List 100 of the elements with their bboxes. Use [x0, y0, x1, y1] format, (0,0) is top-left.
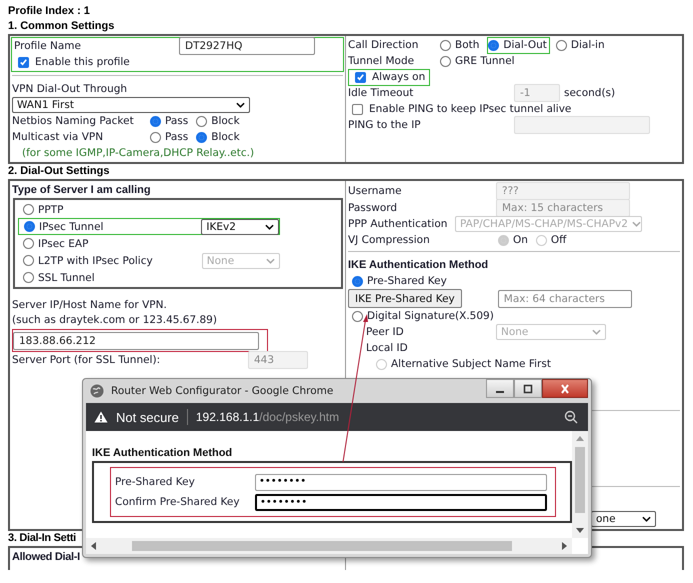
- radio-button[interactable]: [440, 56, 451, 66]
- key-field[interactable]: ••••••••: [255, 474, 547, 490]
- dial-out-select[interactable]: WAN1 First: [12, 97, 250, 113]
- key-field[interactable]: ••••••••: [255, 494, 547, 510]
- field-label: Call Direction: [348, 39, 420, 51]
- unit-label: second(s): [564, 87, 616, 99]
- profile-index: Profile Index : 1: [8, 4, 91, 19]
- profile-name-field[interactable]: DT2927HQ: [179, 37, 315, 55]
- radio-label: Digital Signature(X.509): [367, 310, 494, 322]
- field-label: Password: [348, 202, 398, 214]
- radio-label: IPsec EAP: [38, 238, 90, 250]
- radio-button[interactable]: [23, 238, 34, 249]
- close-icon: [559, 384, 571, 394]
- field-label: Server IP/Host Name for VPN.: [12, 299, 167, 311]
- radio-label: Block: [211, 115, 240, 127]
- group-heading: IKE Authentication Method: [92, 447, 234, 459]
- horizontal-scrollbar[interactable]: [86, 538, 572, 554]
- radio-label: Both: [455, 39, 480, 51]
- field-label: Username: [348, 185, 403, 197]
- chevron-down-icon: [236, 102, 245, 108]
- radio-button[interactable]: [196, 116, 208, 126]
- radio-label: Pass: [165, 131, 188, 143]
- checkbox[interactable]: [355, 72, 366, 82]
- field-label: Tunnel Mode: [348, 55, 416, 67]
- radio-button[interactable]: [23, 272, 34, 283]
- scroll-up-arrow-icon[interactable]: [576, 435, 584, 441]
- protocol-select[interactable]: IKEv2: [201, 218, 279, 234]
- scroll-left-arrow-icon[interactable]: [90, 542, 96, 550]
- chevron-down-icon: [642, 516, 651, 522]
- radio-label: Dial-Out: [503, 39, 547, 51]
- vertical-scrollbar[interactable]: [572, 431, 588, 538]
- radio-label: PPTP: [38, 204, 64, 216]
- field-label: Pre-Shared Key: [115, 476, 196, 488]
- url-text: 192.168.1.1/doc/pskey.htm: [196, 410, 340, 424]
- hint-text: (such as draytek.com or 123.45.67.89): [12, 314, 217, 326]
- radio-button[interactable]: [488, 40, 500, 50]
- field-label: Idle Timeout: [348, 87, 414, 99]
- security-label: Not secure: [116, 410, 179, 424]
- field-label: Multicast via VPN: [12, 131, 104, 143]
- password-field[interactable]: Max: 15 characters: [496, 199, 630, 217]
- server-host-field[interactable]: 183.88.66.212: [13, 332, 259, 350]
- field-label: VJ Compression: [348, 234, 431, 246]
- radio-button[interactable]: [556, 40, 567, 50]
- radio-button[interactable]: [24, 221, 35, 232]
- radio-label: SSL Tunnel: [38, 272, 96, 284]
- field-label: Server Port (for SSL Tunnel):: [12, 354, 162, 366]
- radio-label: L2TP with IPsec Policy: [38, 254, 154, 266]
- dropdown-select[interactable]: one: [591, 511, 656, 527]
- radio-button[interactable]: [150, 132, 161, 142]
- radio-label: Off: [550, 234, 566, 246]
- checkbox-label: Enable PING to keep IPsec tunnel alive: [369, 103, 572, 115]
- ping-ip-field[interactable]: [514, 116, 650, 134]
- field-label: Netbios Naming Packet: [12, 115, 135, 127]
- radio-button[interactable]: [150, 116, 161, 126]
- radio-label: Pass: [165, 115, 188, 127]
- scroll-right-arrow-icon[interactable]: [562, 542, 568, 550]
- hint-text: (for some IGMP,IP-Camera,DHCP Relay..etc.): [22, 147, 254, 159]
- radio-label: On: [513, 234, 528, 246]
- chevron-down-icon: [592, 329, 601, 335]
- section-title: 2. Dial-Out Settings: [8, 164, 110, 179]
- globe-icon: [90, 384, 104, 398]
- radio-button[interactable]: [23, 255, 34, 266]
- pre-shared-key-field[interactable]: Max: 64 characters: [498, 290, 632, 308]
- field-label: Confirm Pre-Shared Key: [115, 496, 241, 508]
- field-label: PING to the IP: [348, 119, 422, 131]
- radio-button[interactable]: [352, 276, 363, 286]
- minimize-button[interactable]: [486, 379, 514, 398]
- radio-label: Alternative Subject Name First: [391, 358, 551, 370]
- maximize-icon: [522, 384, 534, 394]
- checkbox-label: Enable this profile: [35, 56, 130, 68]
- chevron-down-icon: [632, 221, 641, 227]
- field-label: Local ID: [366, 342, 408, 354]
- section-title: 3. Dial-In Setti: [8, 531, 77, 546]
- radio-label: Dial-in: [570, 39, 605, 51]
- chevron-down-icon: [266, 258, 275, 264]
- radio-button[interactable]: [23, 204, 34, 215]
- radio-button[interactable]: [196, 132, 208, 142]
- maximize-button[interactable]: [514, 379, 542, 398]
- warning-icon: [94, 411, 108, 423]
- checkbox-label: Always on: [372, 71, 426, 83]
- field-label: PPP Authentication: [348, 218, 448, 230]
- window-title: Router Web Configurator - Google Chrome: [111, 385, 334, 397]
- scroll-down-arrow-icon[interactable]: [576, 528, 584, 534]
- close-button[interactable]: [542, 379, 588, 398]
- field-label: VPN Dial-Out Through: [12, 83, 128, 95]
- group-heading: IKE Authentication Method: [348, 259, 488, 271]
- chevron-down-icon: [265, 224, 274, 230]
- radio-button[interactable]: [440, 40, 451, 50]
- field-label: Profile Name: [14, 40, 82, 52]
- radio-label: Pre-Shared Key: [367, 275, 447, 287]
- radio-label: Block: [211, 131, 240, 143]
- checkbox[interactable]: [352, 104, 363, 114]
- radio-label: IPsec Tunnel: [39, 220, 104, 232]
- radio-button[interactable]: [352, 310, 363, 322]
- minimize-icon: [496, 390, 504, 392]
- section-title: 1. Common Settings: [8, 19, 116, 34]
- checkbox[interactable]: [18, 56, 29, 68]
- zoom-out-icon[interactable]: [564, 410, 578, 424]
- group-heading: Type of Server I am calling: [12, 184, 151, 196]
- ike-pre-shared-key-button[interactable]: IKE Pre-Shared Key: [348, 289, 462, 308]
